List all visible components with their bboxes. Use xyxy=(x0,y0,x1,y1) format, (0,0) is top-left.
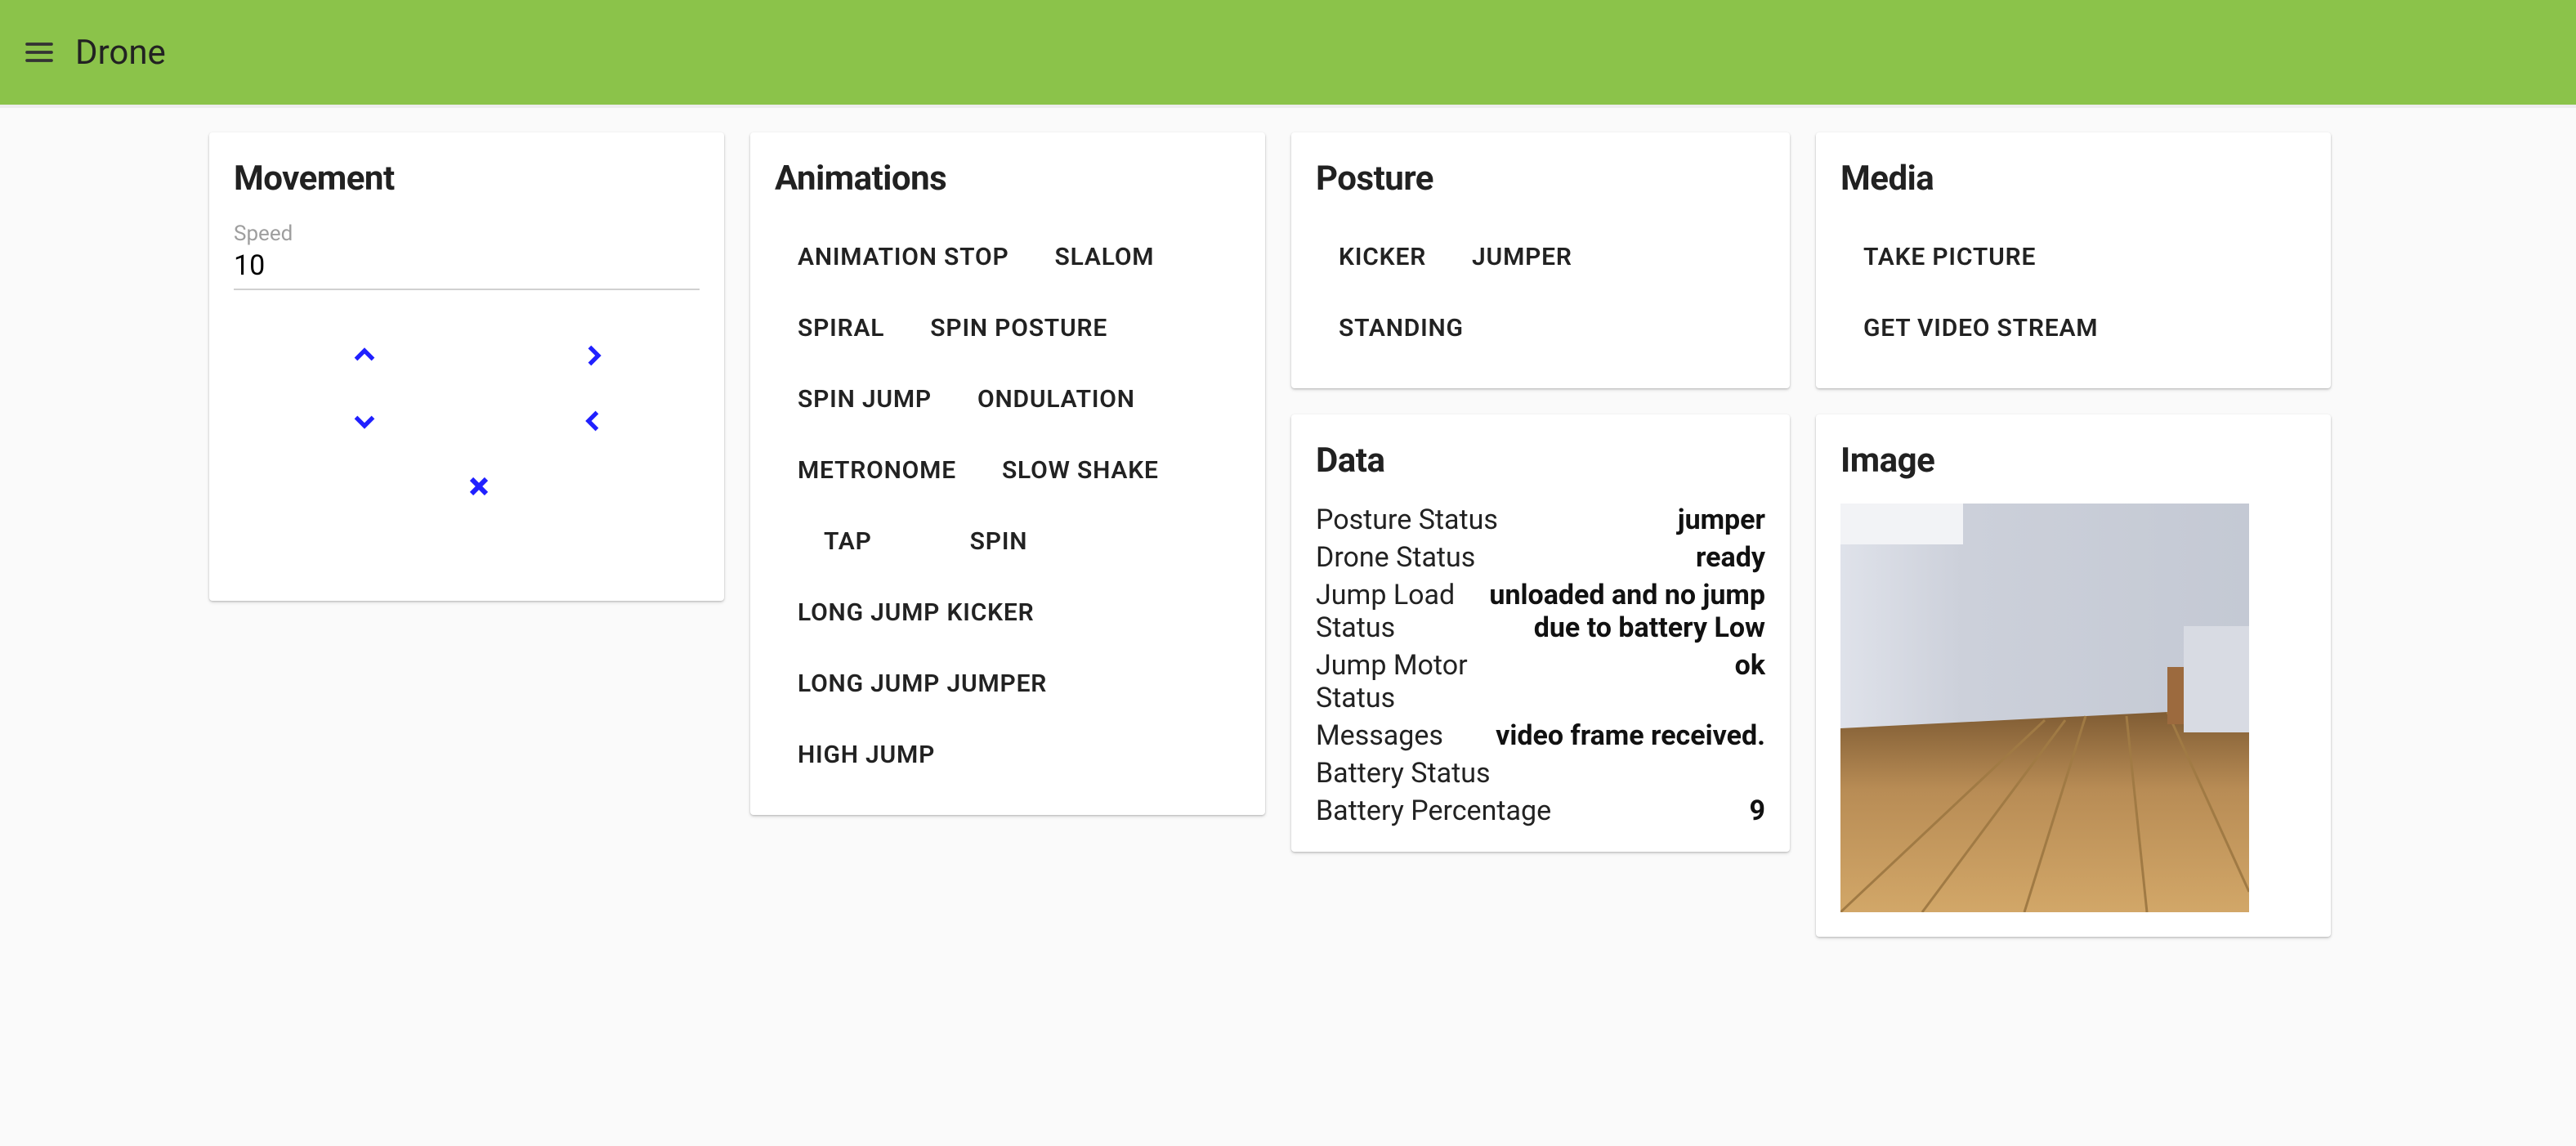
movement-title: Movement xyxy=(234,159,700,199)
animations-button-group: ANIMATION STOP SLALOM SPIRAL SPIN POSTUR… xyxy=(775,222,1241,790)
slalom-button[interactable]: SLALOM xyxy=(1032,222,1178,293)
data-row-drone-status: Drone Status ready xyxy=(1316,541,1765,574)
data-val: 9 xyxy=(1558,795,1765,827)
slow-shake-button[interactable]: SLOW SHAKE xyxy=(979,435,1182,506)
data-key: Messages xyxy=(1316,719,1443,752)
long-jump-kicker-button[interactable]: LONG JUMP KICKER xyxy=(775,577,1241,648)
video-frame-image xyxy=(1840,504,2249,912)
data-key: Jump Load Status xyxy=(1316,579,1463,644)
data-val: jumper xyxy=(1505,504,1765,536)
get-video-stream-button[interactable]: GET VIDEO STREAM xyxy=(1840,293,2306,364)
data-row-battery-percentage: Battery Percentage 9 xyxy=(1316,795,1765,827)
turn-left-button[interactable] xyxy=(569,396,618,445)
image-card: Image xyxy=(1816,414,2331,937)
spin-button[interactable]: SPIN xyxy=(921,506,1077,577)
data-key: Battery Status xyxy=(1316,757,1491,790)
metronome-button[interactable]: METRONOME xyxy=(775,435,979,506)
kicker-button[interactable]: KICKER xyxy=(1316,222,1449,293)
app-title: Drone xyxy=(75,33,166,73)
data-row-jump-motor-status: Jump Motor Status ok xyxy=(1316,649,1765,714)
data-key: Jump Motor Status xyxy=(1316,649,1528,714)
data-key: Battery Percentage xyxy=(1316,795,1551,827)
take-picture-button[interactable]: TAKE PICTURE xyxy=(1840,222,2306,293)
standing-button[interactable]: STANDING xyxy=(1316,293,1765,364)
data-row-battery-status: Battery Status xyxy=(1316,757,1765,790)
media-title: Media xyxy=(1840,159,2306,199)
stop-button[interactable] xyxy=(454,462,503,511)
move-backward-button[interactable] xyxy=(340,396,389,445)
data-row-jump-load-status: Jump Load Status unloaded and no jump du… xyxy=(1316,579,1765,644)
posture-title: Posture xyxy=(1316,159,1765,199)
ondulation-button[interactable]: ONDULATION xyxy=(955,364,1158,435)
dashboard: Movement Speed xyxy=(0,108,2576,961)
high-jump-button[interactable]: HIGH JUMP xyxy=(775,719,1241,790)
move-forward-button[interactable] xyxy=(340,331,389,380)
animation-stop-button[interactable]: ANIMATION STOP xyxy=(775,222,1032,293)
speed-input[interactable] xyxy=(234,249,700,290)
data-val: unloaded and no jump due to battery Low xyxy=(1469,579,1765,644)
data-val: ok xyxy=(1535,649,1765,682)
long-jump-jumper-button[interactable]: LONG JUMP JUMPER xyxy=(775,648,1241,719)
data-key: Posture Status xyxy=(1316,504,1498,536)
data-row-posture-status: Posture Status jumper xyxy=(1316,504,1765,536)
movement-card: Movement Speed xyxy=(209,132,724,601)
data-title: Data xyxy=(1316,441,1765,481)
image-title: Image xyxy=(1840,441,2306,481)
posture-button-group: KICKER JUMPER STANDING xyxy=(1316,222,1765,364)
data-val: video frame received. xyxy=(1450,719,1765,752)
spin-jump-button[interactable]: SPIN JUMP xyxy=(775,364,955,435)
menu-icon[interactable] xyxy=(20,33,59,72)
turn-right-button[interactable] xyxy=(569,331,618,380)
tap-button[interactable]: TAP xyxy=(775,506,921,577)
data-key: Drone Status xyxy=(1316,541,1475,574)
app-bar: Drone xyxy=(0,0,2576,108)
data-row-messages: Messages video frame received. xyxy=(1316,719,1765,752)
movement-dpad xyxy=(234,331,700,576)
spiral-button[interactable]: SPIRAL xyxy=(775,293,907,364)
posture-card: Posture KICKER JUMPER STANDING xyxy=(1291,132,1790,388)
animations-card: Animations ANIMATION STOP SLALOM SPIRAL … xyxy=(750,132,1265,815)
animations-title: Animations xyxy=(775,159,1241,199)
jumper-button[interactable]: JUMPER xyxy=(1449,222,1595,293)
data-val: ready xyxy=(1482,541,1765,574)
speed-label: Speed xyxy=(234,222,700,246)
media-card: Media TAKE PICTURE GET VIDEO STREAM xyxy=(1816,132,2331,388)
data-card: Data Posture Status jumper Drone Status … xyxy=(1291,414,1790,852)
media-button-group: TAKE PICTURE GET VIDEO STREAM xyxy=(1840,222,2306,364)
data-list: Posture Status jumper Drone Status ready… xyxy=(1316,504,1765,827)
spin-posture-button[interactable]: SPIN POSTURE xyxy=(907,293,1130,364)
